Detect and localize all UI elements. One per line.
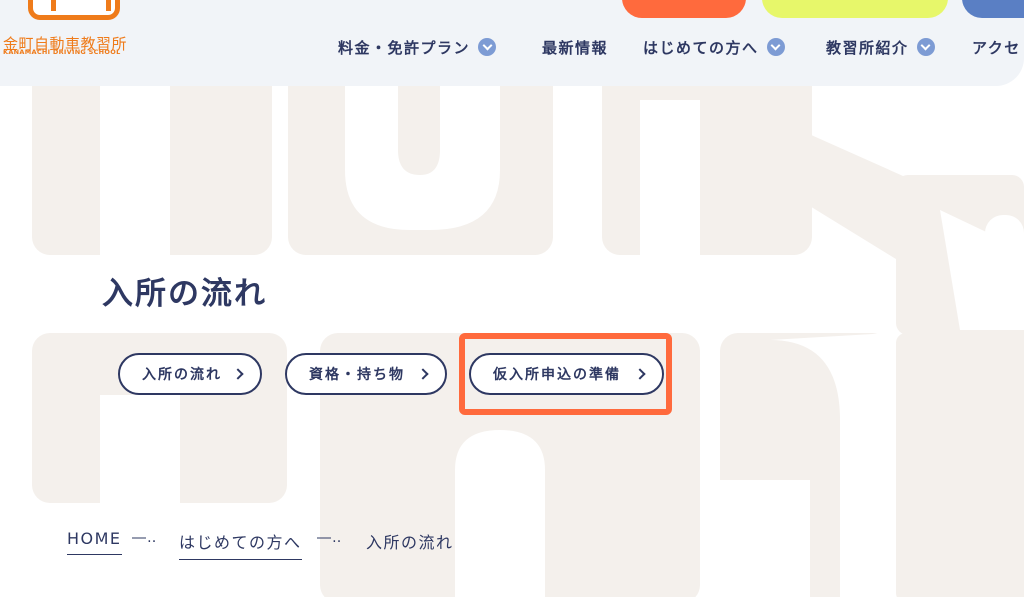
header-button-lime[interactable] (762, 0, 948, 18)
header-button-orange[interactable] (622, 0, 746, 18)
site-header: 金町自動車教習所 KANAMACHI DRIVING SCHOOL 料金・免許プ… (0, 0, 1024, 86)
nav-item-label: 教習所紹介 (826, 38, 909, 57)
nav-item-about[interactable]: 教習所紹介 (826, 36, 935, 58)
site-logo[interactable]: 金町自動車教習所 KANAMACHI DRIVING SCHOOL (0, 0, 150, 70)
breadcrumb-separator: ―‥ (317, 530, 343, 546)
breadcrumb-separator: ―‥ (132, 530, 158, 546)
nav-item-label: アクセ (972, 38, 1021, 57)
logo-mark-icon (28, 0, 120, 20)
subnav-button-flow[interactable]: 入所の流れ (118, 353, 262, 395)
header-button-blue[interactable] (962, 0, 1024, 18)
breadcrumb-home[interactable]: HOME (67, 529, 122, 555)
nav-item-label: 料金・免許プラン (338, 38, 471, 57)
breadcrumb-current: 入所の流れ (366, 533, 454, 552)
page-title: 入所の流れ (102, 276, 267, 312)
subnav-button-requirements[interactable]: 資格・持ち物 (285, 353, 447, 395)
subnav-button-label: 仮入所申込の準備 (493, 367, 621, 383)
chevron-right-icon (232, 368, 244, 380)
nav-item-pricing[interactable]: 料金・免許プラン (338, 36, 497, 58)
chevron-down-icon (766, 38, 785, 56)
nav-item-beginners[interactable]: はじめての方へ (643, 36, 785, 58)
nav-item-label: 最新情報 (542, 38, 609, 57)
chevron-right-icon (417, 368, 429, 380)
chevron-down-icon (478, 38, 497, 56)
breadcrumb-beginners[interactable]: はじめての方へ (179, 529, 302, 560)
main-nav: 料金・免許プラン 最新情報 はじめての方へ 教習所紹介 アクセ (0, 36, 1024, 58)
chevron-right-icon (634, 368, 646, 380)
subnav-button-label: 資格・持ち物 (309, 367, 405, 383)
chevron-down-icon (916, 38, 935, 56)
nav-item-label: はじめての方へ (643, 38, 759, 57)
subnav-button-label: 入所の流れ (142, 367, 222, 383)
nav-item-access[interactable]: アクセ (972, 36, 1021, 58)
nav-item-news[interactable]: 最新情報 (542, 36, 608, 58)
subnav-button-preregistration[interactable]: 仮入所申込の準備 (469, 353, 664, 395)
